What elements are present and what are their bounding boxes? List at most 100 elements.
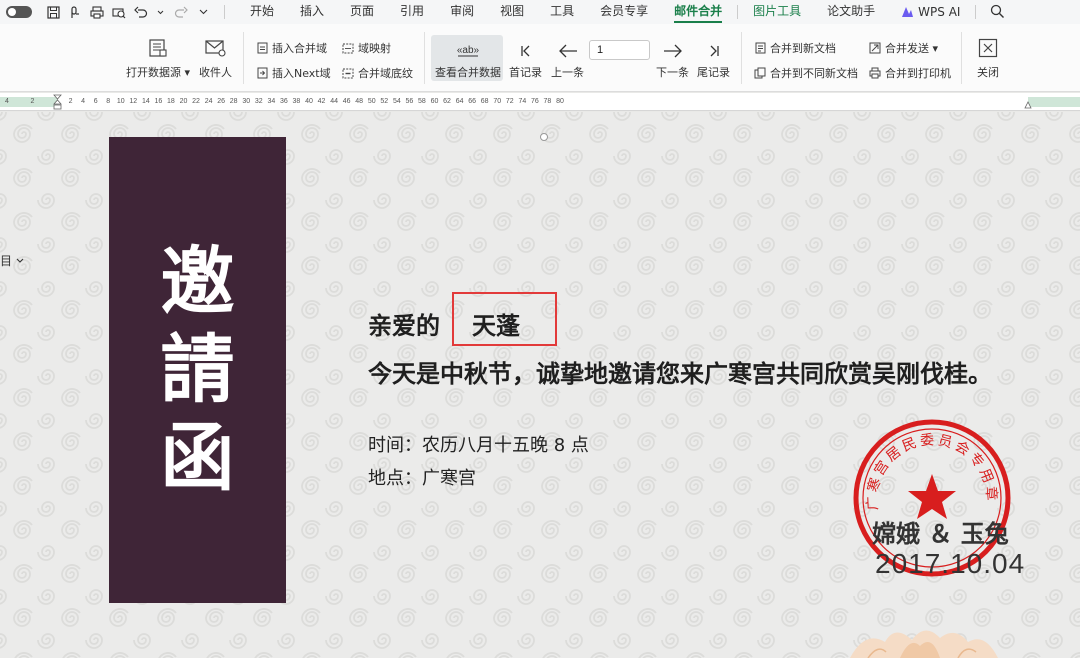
- close-label: 关闭: [977, 66, 999, 79]
- ruler-tick: 4: [81, 98, 86, 105]
- place-line: 地点：广寒宫: [368, 468, 476, 489]
- ruler-tick: 32: [254, 98, 263, 105]
- tab-picture-tools[interactable]: 图片工具: [740, 0, 814, 24]
- print-preview-icon[interactable]: [112, 5, 126, 19]
- ruler-tick: 2: [30, 98, 35, 105]
- merge-field-shading-button[interactable]: 合并域底纹: [342, 65, 413, 81]
- ruler-right-margin: [1028, 97, 1080, 107]
- tab-view[interactable]: 视图: [487, 0, 537, 24]
- insert-merge-field-label: 插入合并域: [272, 42, 327, 55]
- page-top-handle[interactable]: [540, 133, 548, 141]
- close-icon: [978, 36, 998, 58]
- view-merged-data-button[interactable]: «ab» 查看合并数据: [435, 38, 501, 80]
- next-record-label: 下一条: [656, 66, 689, 79]
- merge-send-button[interactable]: 合并发送 ▾: [869, 40, 938, 56]
- tab-review[interactable]: 审阅: [437, 0, 487, 24]
- greeting-text: 亲爱的: [368, 306, 440, 341]
- merge-to-new-doc-button[interactable]: 合并到新文档: [754, 40, 836, 56]
- more-dropdown-icon[interactable]: [196, 5, 210, 19]
- redo-icon[interactable]: [174, 5, 188, 19]
- new-doc-icon: [754, 42, 766, 54]
- ruler-tick: 12: [129, 98, 138, 105]
- merge-field-shading-label: 合并域底纹: [358, 67, 413, 80]
- tab-insert[interactable]: 插入: [287, 0, 337, 24]
- tab-tools[interactable]: 工具: [537, 0, 587, 24]
- right-indent-marker-icon[interactable]: [1024, 101, 1032, 109]
- first-record-button[interactable]: 首记录: [509, 38, 542, 80]
- printer-icon: [869, 67, 881, 79]
- tab-paper-assistant[interactable]: 论文助手: [814, 0, 888, 24]
- recipients-button[interactable]: 收件人: [199, 36, 232, 80]
- menu-bar: 开始 插入 页面 引用 审阅 视图 工具 会员专享 邮件合并 图片工具 论文助手…: [0, 0, 1080, 24]
- last-record-label: 尾记录: [697, 66, 730, 79]
- wps-ai-icon: [902, 7, 914, 17]
- field-mapping-icon: [342, 42, 354, 54]
- ruler-tick: 58: [418, 98, 426, 105]
- ruler-tick: 70: [493, 98, 502, 105]
- field-mapping-button[interactable]: 域映射: [342, 40, 391, 56]
- tab-wps-ai[interactable]: WPS AI: [888, 0, 973, 24]
- insert-next-field-button[interactable]: 插入Next域: [256, 65, 331, 81]
- horizontal-ruler[interactable]: 4 2 2 4 6 8 10 12 14 16 18 20 22 24 26 28 30 32 34 36 38 40 42…: [0, 93, 1080, 111]
- side-outline-label: 目: [0, 254, 13, 268]
- mail-merge-ribbon: 打开数据源 ▾ 收件人 插入合并域 插入Next域 域映射 合并域底纹 «ab»…: [0, 24, 1080, 92]
- undo-icon[interactable]: [134, 5, 148, 19]
- print-icon[interactable]: [90, 5, 104, 19]
- prev-record-button[interactable]: 上一条: [551, 38, 584, 80]
- ruler-tick: 20: [179, 98, 188, 105]
- ruler-tick: 14: [141, 98, 150, 105]
- chevron-down-icon: [16, 258, 24, 263]
- ruler-tick: 26: [217, 98, 226, 105]
- indent-marker-icon[interactable]: [53, 94, 62, 110]
- tab-page[interactable]: 页面: [337, 0, 387, 24]
- tab-member[interactable]: 会员专享: [587, 0, 661, 24]
- ruler-tick: 52: [380, 98, 389, 105]
- insert-field-icon: [256, 42, 268, 54]
- banner-char: 函: [160, 415, 235, 501]
- toolbar-divider: [224, 5, 225, 19]
- invitation-body: 今天是中秋节，诚挚地邀请您来广寒宫共同欣赏吴刚伐桂。: [368, 360, 992, 388]
- ruler-tick: 74: [518, 98, 527, 105]
- view-merged-icon: «ab»: [455, 38, 481, 58]
- ruler-tick: 42: [317, 98, 326, 105]
- prev-record-label: 上一条: [551, 66, 584, 79]
- ruler-tick: 56: [405, 98, 414, 105]
- close-mail-merge-button[interactable]: 关闭: [977, 36, 999, 80]
- next-record-button[interactable]: 下一条: [656, 38, 689, 80]
- ruler-tick: 24: [204, 98, 213, 105]
- search-icon[interactable]: [990, 4, 1006, 20]
- tab-home[interactable]: 开始: [237, 0, 287, 24]
- arrow-left-icon: [558, 38, 578, 58]
- ruler-tick: 48: [355, 98, 364, 105]
- insert-merge-field-button[interactable]: 插入合并域: [256, 40, 327, 56]
- ribbon-divider: [961, 32, 962, 84]
- recipients-label: 收件人: [199, 66, 232, 79]
- recipients-icon: [204, 36, 227, 58]
- open-datasource-button[interactable]: 打开数据源 ▾: [126, 36, 190, 80]
- tab-references[interactable]: 引用: [387, 0, 437, 24]
- tab-mail-merge[interactable]: 邮件合并: [661, 0, 735, 24]
- svg-text:«ab»: «ab»: [457, 45, 480, 56]
- side-outline-dropdown[interactable]: 目: [0, 252, 24, 269]
- ribbon-tabs: 开始 插入 页面 引用 审阅 视图 工具 会员专享 邮件合并 图片工具 论文助手…: [237, 0, 1006, 24]
- banner-char: 請: [160, 327, 235, 413]
- first-record-icon: [519, 38, 533, 58]
- merge-to-separate-docs-label: 合并到不同新文档: [770, 67, 858, 80]
- export-pdf-icon[interactable]: [68, 5, 82, 19]
- merge-to-separate-docs-button[interactable]: 合并到不同新文档: [754, 65, 858, 81]
- toggle-switch[interactable]: [6, 6, 32, 18]
- recipient-name-field[interactable]: 天蓬: [472, 306, 520, 341]
- signature: 嫦娥 ＆ 玉兔: [872, 520, 1009, 548]
- ruler-tick: 60: [430, 98, 439, 105]
- tab-divider: [975, 5, 977, 19]
- undo-dropdown-icon[interactable]: [156, 5, 164, 19]
- last-record-button[interactable]: 尾记录: [697, 38, 730, 80]
- ruler-tick: 4: [4, 98, 9, 105]
- merge-to-printer-button[interactable]: 合并到打印机: [869, 65, 951, 81]
- ruler-tick: 22: [192, 98, 200, 105]
- ruler-tick: 40: [305, 98, 313, 105]
- ruler-tick: 36: [279, 98, 288, 105]
- field-shading-icon: [342, 67, 354, 79]
- save-icon[interactable]: [46, 5, 60, 19]
- record-number-input[interactable]: [589, 40, 650, 60]
